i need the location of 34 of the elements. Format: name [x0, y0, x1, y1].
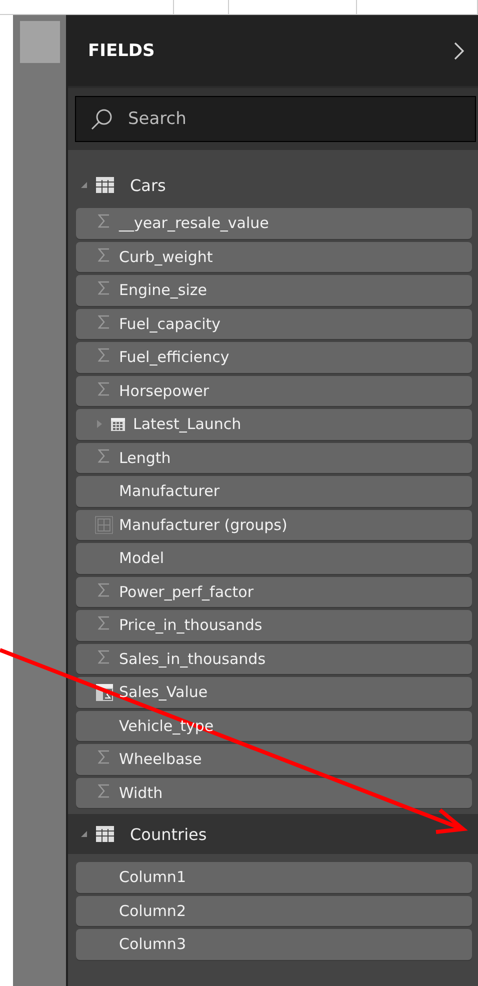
table-header[interactable]: Countries	[68, 814, 478, 854]
table-grid-icon	[96, 826, 114, 842]
field-item[interactable]: Sales_Value	[76, 677, 472, 708]
table-name: Cars	[130, 176, 166, 194]
field-item[interactable]: Model	[76, 543, 472, 574]
field-item[interactable]: Wheelbase	[76, 744, 472, 774]
collapse-triangle-icon[interactable]	[80, 181, 88, 189]
field-item[interactable]: Column1	[76, 862, 472, 892]
field-item[interactable]: Horsepower	[76, 376, 472, 406]
search-field[interactable]: Search	[75, 96, 476, 142]
field-item[interactable]: Fuel_efficiency	[76, 342, 472, 372]
calendar-icon	[110, 416, 126, 432]
table-name: Countries	[130, 824, 207, 844]
table-grid-icon	[96, 177, 114, 193]
field-item[interactable]: Column3	[76, 929, 472, 960]
field-item[interactable]: Width	[76, 778, 472, 808]
panel-title: FIELDS	[88, 40, 155, 60]
search-icon	[91, 108, 113, 130]
field-item[interactable]: Manufacturer (groups)	[76, 510, 472, 540]
chevron-right-icon[interactable]	[454, 42, 464, 60]
field-item[interactable]: Power_perf_factor	[76, 576, 472, 607]
field-item[interactable]: __year_resale_value	[76, 208, 472, 238]
field-item[interactable]: Column2	[76, 896, 472, 926]
pane-block	[20, 21, 60, 63]
field-item[interactable]: Latest_Launch	[76, 409, 472, 440]
field-item[interactable]: Manufacturer	[76, 476, 472, 506]
field-item[interactable]: Sales_in_thousands	[76, 644, 472, 674]
group-grid-icon	[95, 516, 113, 534]
field-item[interactable]: Fuel_capacity	[76, 308, 472, 339]
field-item[interactable]: Length	[76, 442, 472, 473]
field-item[interactable]: Price_in_thousands	[76, 610, 472, 640]
collapse-triangle-icon[interactable]	[80, 830, 88, 838]
field-item[interactable]: Curb_weight	[76, 242, 472, 272]
field-item[interactable]: Engine_size	[76, 275, 472, 306]
